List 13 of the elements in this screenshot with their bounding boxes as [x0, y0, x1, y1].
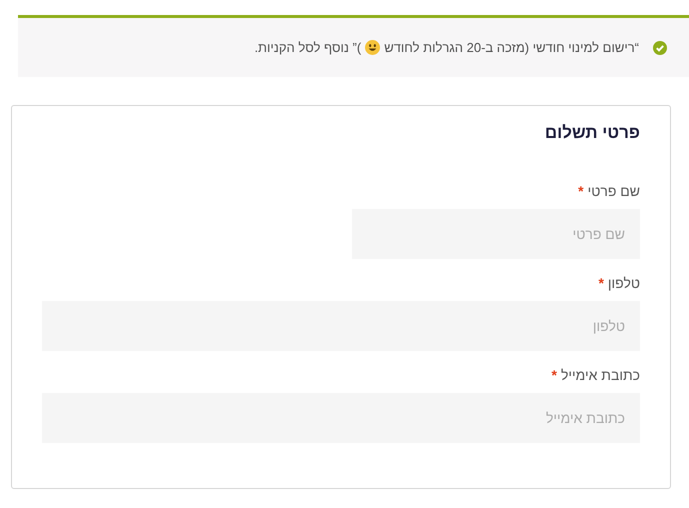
- input-field[interactable]: טלפון: [42, 301, 640, 351]
- required-mark: *: [551, 366, 557, 385]
- field-label: טלפון: [608, 274, 640, 293]
- input-field[interactable]: שם פרטי: [352, 209, 640, 259]
- field-label: כתובת אימייל: [560, 366, 640, 385]
- required-mark: *: [578, 182, 584, 201]
- notice-text: “רישום למינוי חודשי (מזכה ב-20 הגרלות לחודש: [384, 40, 639, 55]
- notice-text: )” נוסף לסל הקניות.: [254, 40, 362, 55]
- required-mark: *: [598, 274, 604, 293]
- input-field[interactable]: כתובת אימייל: [42, 393, 640, 443]
- smiley-icon: [365, 40, 380, 55]
- form-title: פרטי תשלום: [544, 122, 640, 144]
- field-label: שם פרטי: [588, 182, 640, 201]
